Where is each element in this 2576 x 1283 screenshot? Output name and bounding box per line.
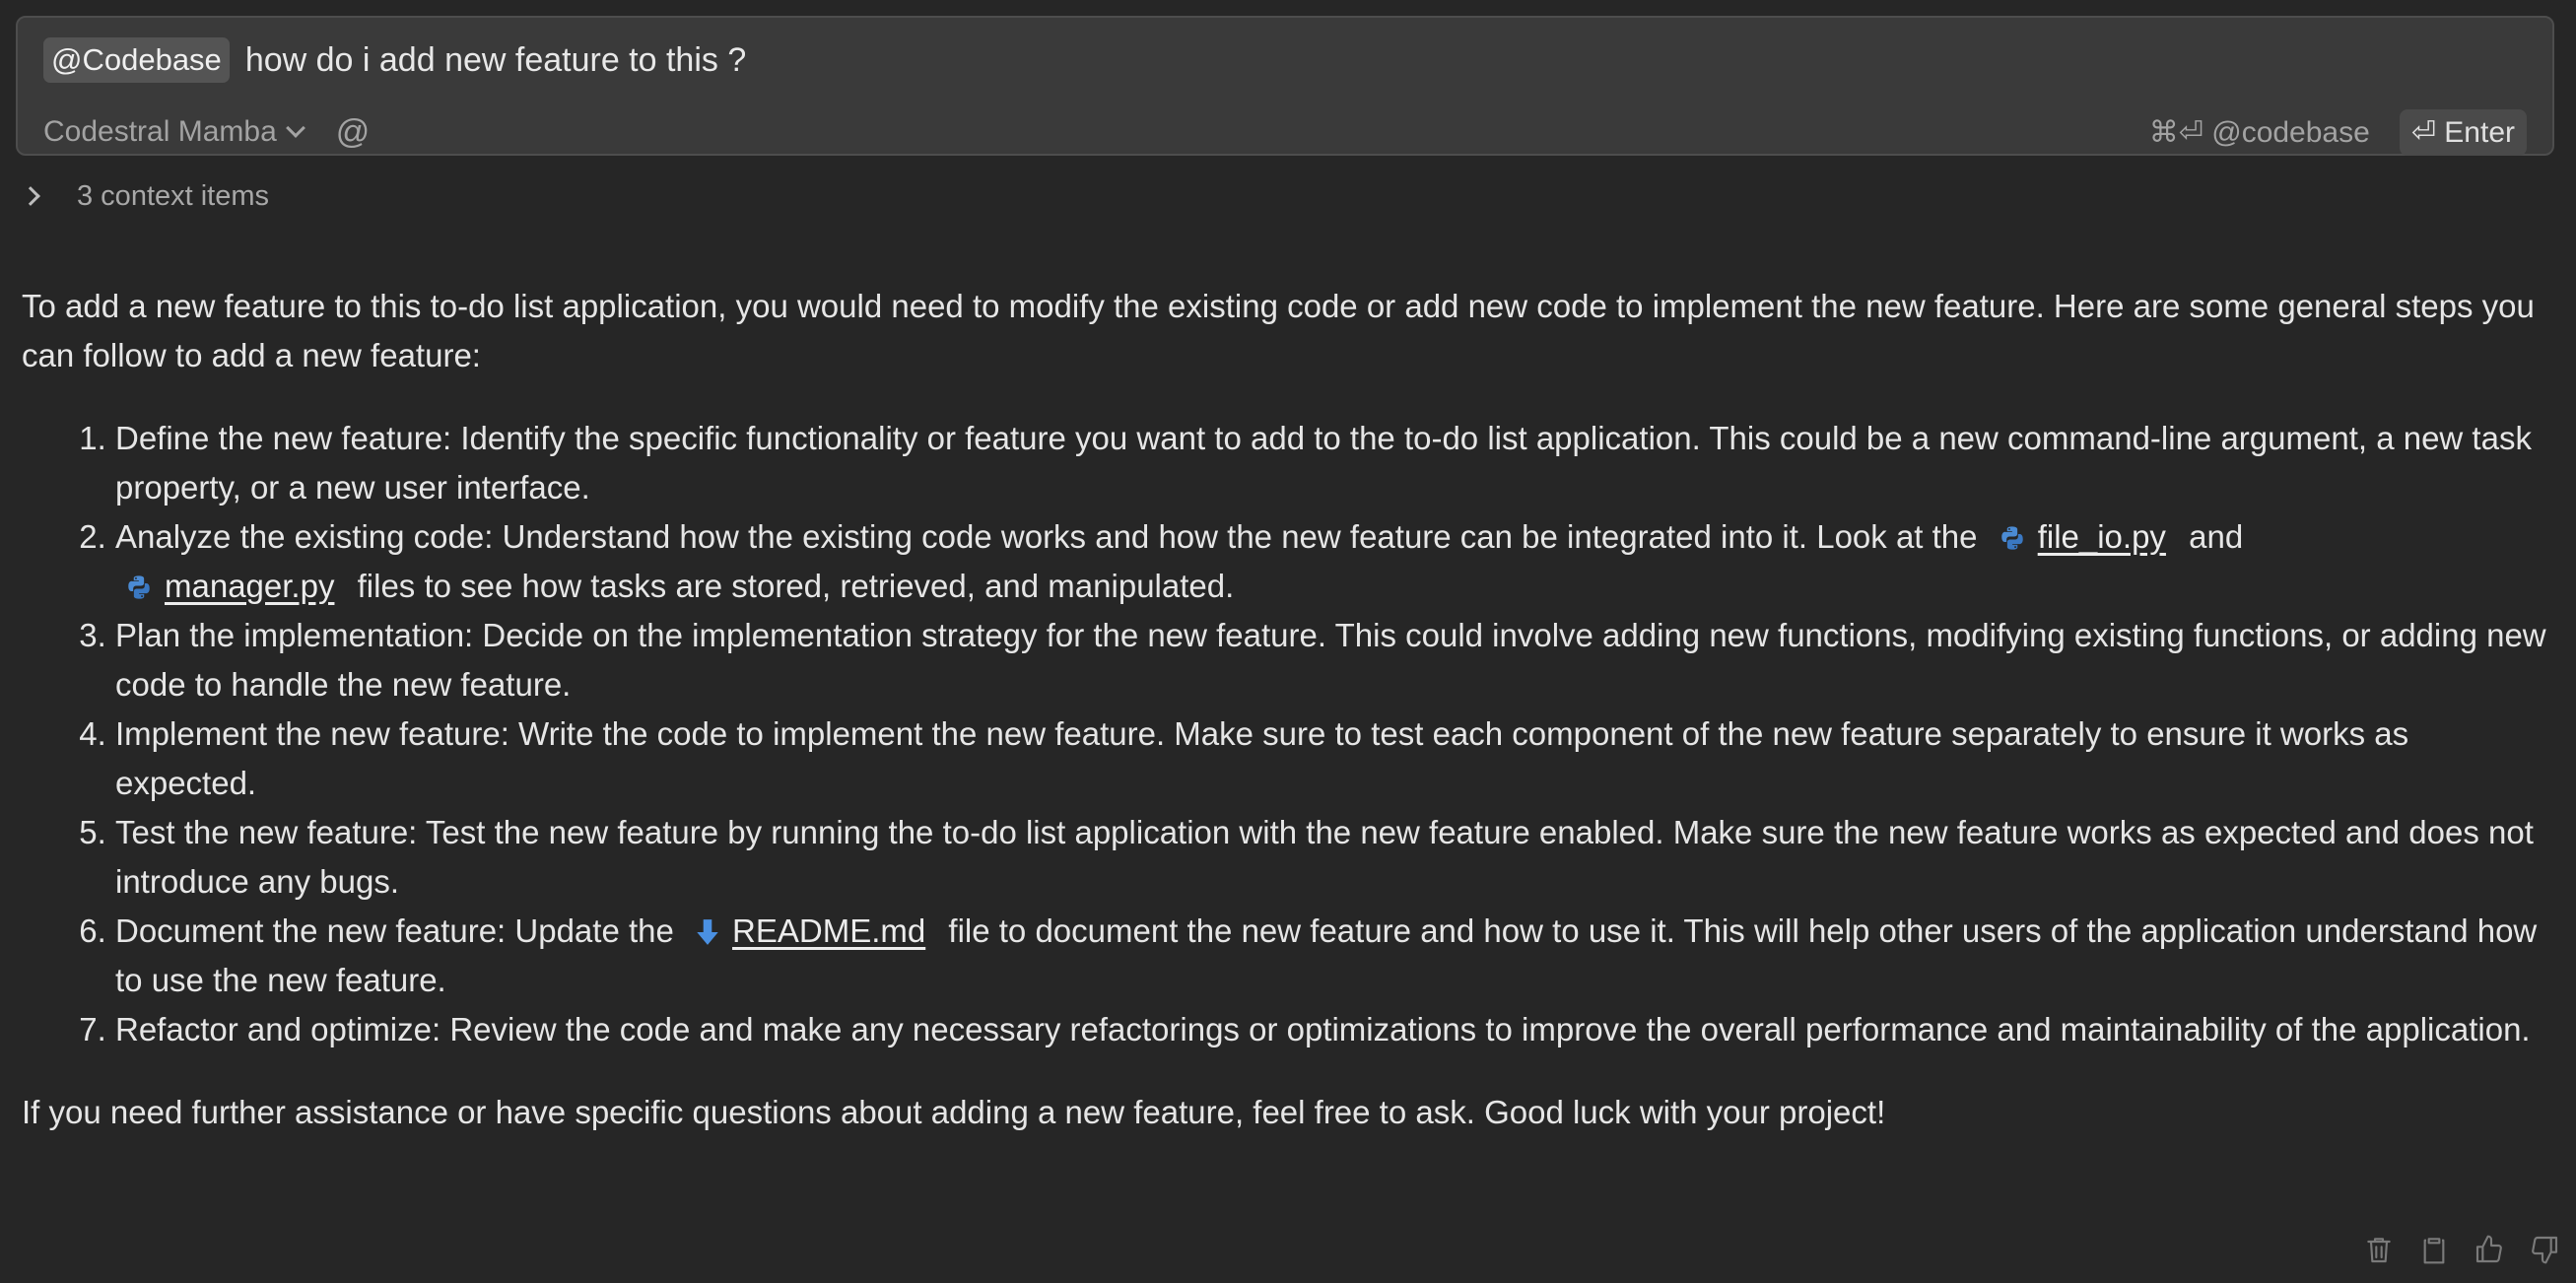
list-item: Implement the new feature: Write the cod… xyxy=(115,709,2554,808)
codebase-mention-chip[interactable]: @Codebase xyxy=(43,37,230,83)
file-name: manager.py xyxy=(165,568,335,604)
list-item: Refactor and optimize: Review the code a… xyxy=(115,1005,2554,1054)
list-item: Define the new feature: Identify the spe… xyxy=(115,414,2554,512)
step-text: Implement the new feature: Write the cod… xyxy=(115,715,2409,801)
steps-list: Define the new feature: Identify the spe… xyxy=(22,414,2554,1054)
message-text[interactable]: how do i add new feature to this ? xyxy=(245,41,746,80)
markdown-icon xyxy=(697,919,718,945)
response-outro: If you need further assistance or have s… xyxy=(22,1094,1886,1130)
file-link-manager[interactable]: manager.py xyxy=(125,562,334,611)
trash-icon[interactable] xyxy=(2363,1234,2395,1265)
python-icon xyxy=(128,575,150,599)
thumbs-up-icon[interactable] xyxy=(2474,1234,2505,1265)
step-text: Analyze the existing code: Understand ho… xyxy=(115,518,1978,555)
python-icon xyxy=(2000,526,2023,550)
context-items-label: 3 context items xyxy=(77,179,270,212)
step-text: Define the new feature: Identify the spe… xyxy=(115,420,2532,506)
response-actions xyxy=(2339,1234,2560,1265)
response-intro: To add a new feature to this to-do list … xyxy=(22,288,2535,373)
thumbs-down-icon[interactable] xyxy=(2529,1234,2560,1265)
file-link-file-io[interactable]: file_io.py xyxy=(1999,512,2166,562)
model-name: Codestral Mamba xyxy=(43,115,277,148)
at-mention-icon[interactable]: @ xyxy=(336,113,371,152)
step-text: Plan the implementation: Decide on the i… xyxy=(115,617,2546,703)
input-toolbar: Codestral Mamba @ ⌘⏎ @codebase ⏎ Enter xyxy=(43,108,2527,156)
list-item: Document the new feature: Update the REA… xyxy=(115,907,2554,1005)
list-item: Plan the implementation: Decide on the i… xyxy=(115,611,2554,709)
step-text: Document the new feature: Update the xyxy=(115,912,674,949)
chat-input-box[interactable]: @Codebase how do i add new feature to th… xyxy=(16,16,2554,156)
chevron-down-icon xyxy=(285,118,305,138)
input-row: @Codebase how do i add new feature to th… xyxy=(43,37,746,83)
step-text: Refactor and optimize: Review the code a… xyxy=(115,1011,2531,1047)
enter-button[interactable]: ⏎ Enter xyxy=(2399,108,2527,156)
clipboard-icon[interactable] xyxy=(2418,1234,2450,1265)
list-item: Analyze the existing code: Understand ho… xyxy=(115,512,2554,611)
step-text: Test the new feature: Test the new featu… xyxy=(115,814,2534,900)
context-items-toggle[interactable]: 3 context items xyxy=(21,175,270,217)
file-name: README.md xyxy=(732,912,926,949)
file-link-readme[interactable]: README.md xyxy=(695,907,925,956)
assistant-response: To add a new feature to this to-do list … xyxy=(22,282,2554,1137)
list-item: Test the new feature: Test the new featu… xyxy=(115,808,2554,907)
step-text: files to see how tasks are stored, retri… xyxy=(357,568,1235,604)
chevron-right-icon xyxy=(21,186,40,206)
model-selector[interactable]: Codestral Mamba xyxy=(43,115,305,149)
step-text: and xyxy=(2189,518,2244,555)
file-name: file_io.py xyxy=(2037,518,2166,555)
codebase-shortcut-hint[interactable]: ⌘⏎ @codebase xyxy=(2149,115,2370,150)
